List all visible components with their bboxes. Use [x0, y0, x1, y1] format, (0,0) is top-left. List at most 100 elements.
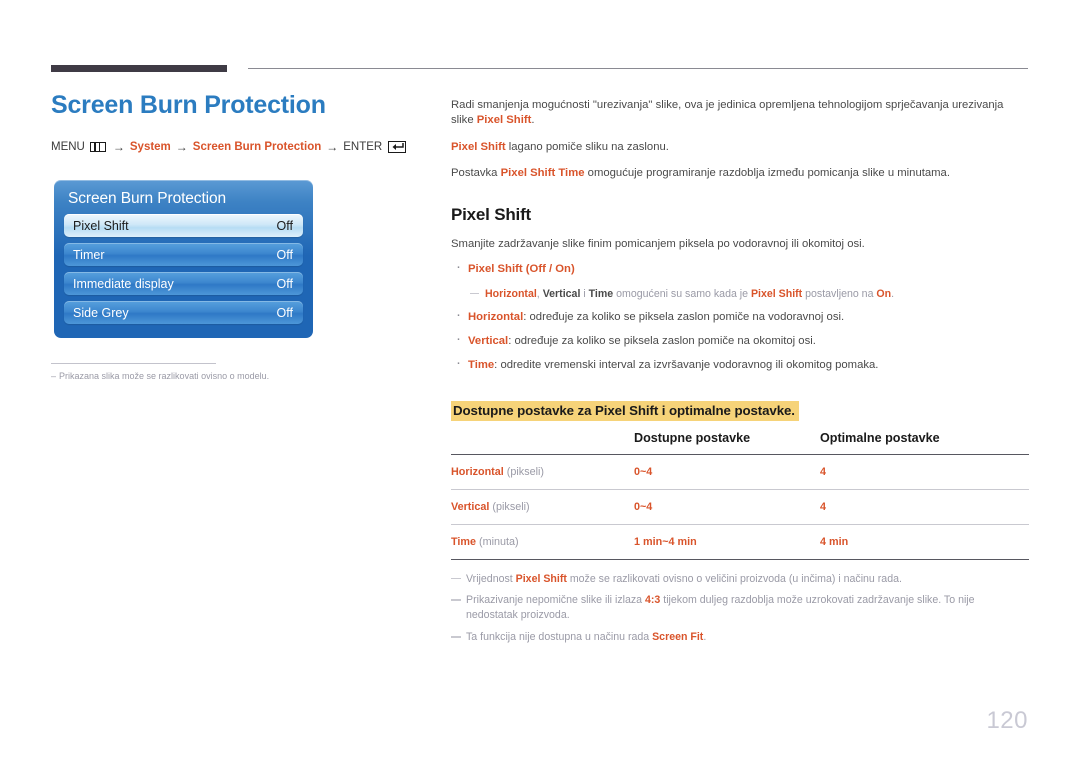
- osd-screen-burn-protection-panel: Screen Burn Protection Pixel Shift Off T…: [54, 180, 313, 338]
- enter-return-icon: [388, 140, 407, 153]
- table-cell-optimal: 4 min: [820, 524, 1029, 560]
- intro-p3-text-a: Postavka: [451, 166, 501, 179]
- row-unit: (pikseli): [503, 465, 544, 478]
- header-rule-thin: [248, 68, 1028, 69]
- intro-paragraphs: Radi smanjenja mogućnosti "urezivanja" s…: [451, 98, 1029, 181]
- table-cell-name: Horizontal (pikseli): [451, 454, 634, 490]
- osd-row-value: Off: [276, 247, 293, 262]
- subnote-term-on: On: [876, 287, 892, 300]
- intro-p2-text-b: lagano pomiče sliku na zaslonu.: [505, 140, 669, 153]
- intro-p3-term: Pixel Shift Time: [500, 166, 585, 179]
- footnote2-term: 4:3: [645, 594, 661, 607]
- bullet3-text: : određuje za koliko se piksela zaslon p…: [508, 335, 816, 348]
- table-cell-name: Time (minuta): [451, 524, 634, 560]
- bullet1-term: Pixel Shift: [468, 263, 523, 276]
- osd-row-value: Off: [276, 276, 293, 291]
- subnote-term-pixel-shift: Pixel Shift: [750, 287, 803, 300]
- pixel-shift-settings-table: Dostupne postavke Optimalne postavke Hor…: [451, 429, 1029, 560]
- intro-paragraph-2: Pixel Shift lagano pomiče sliku na zaslo…: [451, 140, 1029, 155]
- left-footnote-dash: –: [51, 371, 57, 381]
- header-rule-thick: [51, 65, 227, 72]
- row-unit: (minuta): [476, 535, 519, 548]
- pixel-shift-option-list: Pixel Shift (Off / On): [451, 259, 1029, 277]
- breadcrumb-enter-label: ENTER: [343, 140, 383, 153]
- manual-page: Screen Burn Protection MENU → System → S…: [0, 0, 1080, 763]
- subnote-text-j: .: [891, 287, 895, 300]
- subnote-enabled-condition: Horizontal, Vertical i Time omogućeni su…: [451, 287, 1029, 301]
- left-column: Screen Burn Protection MENU → System → S…: [51, 91, 421, 168]
- intro-p3-text-c: omogućuje programiranje razdoblja između…: [584, 166, 950, 179]
- footnote1-text-a: Vrijednost: [466, 572, 516, 585]
- osd-row-value: Off: [276, 218, 293, 233]
- table-cell-available: 0~4: [634, 454, 820, 490]
- osd-row-pixel-shift[interactable]: Pixel Shift Off: [64, 214, 303, 237]
- breadcrumb-item-screen-burn-protection: Screen Burn Protection: [192, 140, 322, 153]
- osd-row-immediate-display[interactable]: Immediate display Off: [64, 272, 303, 295]
- subnote-term-horizontal: Horizontal: [485, 287, 537, 300]
- footnote-list: Vrijednost Pixel Shift može se razlikova…: [451, 572, 1029, 645]
- table-header-row: Dostupne postavke Optimalne postavke: [451, 429, 1029, 455]
- left-footnote: – Prikazana slika može se razlikovati ovi…: [51, 371, 381, 381]
- section-lead-text: Smanjite zadržavanje slike finim pomican…: [451, 238, 865, 250]
- bullet1-values: (Off / On): [522, 263, 575, 276]
- intro-paragraph-1: Radi smanjenja mogućnosti "urezivanja" s…: [451, 98, 1029, 129]
- section-title-pixel-shift: Pixel Shift: [451, 205, 531, 224]
- row-name: Vertical: [451, 500, 490, 513]
- subnote-text-h: postavljeno na: [802, 287, 877, 300]
- footnote-2: Prikazivanje nepomične slike ili izlaza …: [451, 593, 1029, 623]
- subnote-term-time: Time: [588, 287, 614, 300]
- table-row: Horizontal (pikseli) 0~4 4: [451, 454, 1029, 490]
- right-column: Radi smanjenja mogućnosti "urezivanja" s…: [451, 98, 1029, 652]
- list-item-horizontal: Horizontal: određuje za koliko se piksel…: [451, 307, 1029, 325]
- left-note-divider: [51, 363, 216, 364]
- footnote3-term: Screen Fit: [652, 631, 704, 644]
- list-item-vertical: Vertical: određuje za koliko se piksela …: [451, 331, 1029, 349]
- breadcrumb: MENU → System → Screen Burn Protection →…: [51, 140, 421, 154]
- osd-row-label: Pixel Shift: [73, 218, 129, 233]
- subnote-text-f: omogućeni su samo kada je: [613, 287, 751, 300]
- breadcrumb-arrow-3: →: [326, 139, 339, 154]
- list-item-pixel-shift: Pixel Shift (Off / On): [451, 259, 1029, 277]
- osd-row-side-grey[interactable]: Side Grey Off: [64, 301, 303, 324]
- breadcrumb-menu-label: MENU: [51, 140, 85, 153]
- pixel-shift-detail-list: Horizontal: određuje za koliko se piksel…: [451, 307, 1029, 374]
- footnote-3: Ta funkcija nije dostupna u načinu rada …: [451, 630, 1029, 645]
- row-name: Time: [451, 535, 477, 548]
- subnote-sep-2: i: [580, 287, 589, 300]
- table-row: Vertical (pikseli) 0~4 4: [451, 489, 1029, 525]
- footnote2-text-a: Prikazivanje nepomične slike ili izlaza: [466, 594, 645, 607]
- bullet3-term: Vertical: [468, 335, 509, 348]
- breadcrumb-arrow-2: →: [175, 139, 188, 154]
- intro-p1-text-c: .: [531, 114, 535, 127]
- osd-row-label: Side Grey: [73, 305, 129, 320]
- list-item-time: Time: odredite vremenski interval za izv…: [451, 355, 1029, 373]
- subnote-term-vertical: Vertical: [542, 287, 581, 300]
- page-title: Screen Burn Protection: [51, 91, 326, 119]
- table-header-optimal: Optimalne postavke: [820, 430, 940, 445]
- intro-paragraph-3: Postavka Pixel Shift Time omogućuje prog…: [451, 166, 1029, 181]
- footnote1-term: Pixel Shift: [515, 572, 567, 585]
- table-header-blank: [451, 429, 634, 455]
- breadcrumb-item-system: System: [129, 140, 171, 153]
- footnote3-text-c: .: [703, 631, 707, 644]
- table-cell-available: 0~4: [634, 489, 820, 525]
- table-cell-optimal: 4: [820, 454, 1029, 490]
- menu-bars-icon: [89, 141, 106, 152]
- osd-row-label: Immediate display: [73, 276, 174, 291]
- left-footnote-text: Prikazana slika može se razlikovati ovis…: [59, 371, 270, 381]
- table-cell-available: 1 min~4 min: [634, 524, 820, 560]
- footnote1-text-c: može se razlikovati ovisno o veličini pr…: [566, 572, 902, 585]
- intro-p1-term: Pixel Shift: [476, 114, 532, 127]
- table-row: Time (minuta) 1 min~4 min 4 min: [451, 524, 1029, 560]
- osd-row-value: Off: [276, 305, 293, 320]
- table-cell-optimal: 4: [820, 489, 1029, 525]
- table-caption: Dostupne postavke za Pixel Shift i optim…: [451, 400, 799, 421]
- osd-row-timer[interactable]: Timer Off: [64, 243, 303, 266]
- bullet4-text: : odredite vremenski interval za izvršav…: [494, 359, 879, 372]
- intro-p2-term: Pixel Shift: [451, 140, 506, 153]
- row-name: Horizontal: [451, 465, 504, 478]
- row-unit: (pikseli): [489, 500, 530, 513]
- footnote-1: Vrijednost Pixel Shift može se razlikova…: [451, 572, 1029, 587]
- page-number: 120: [986, 707, 1028, 734]
- table-cell-name: Vertical (pikseli): [451, 489, 634, 525]
